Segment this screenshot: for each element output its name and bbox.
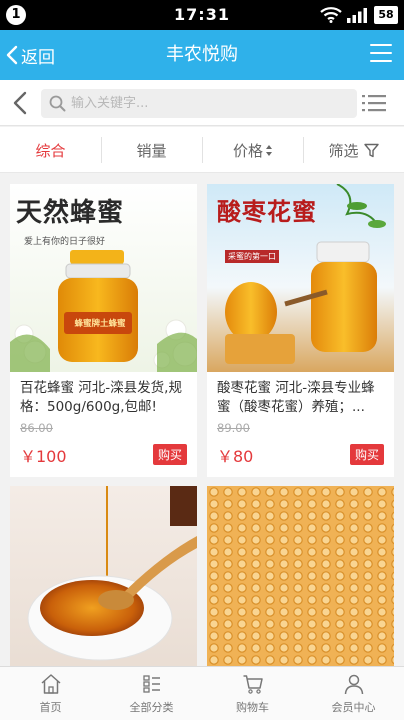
menu-icon[interactable] [370, 44, 392, 64]
product-name: 百花蜂蜜 河北-滦县发货,规格：500g/600g,包邮! [20, 380, 182, 415]
tab-sales[interactable]: 销量 [101, 127, 202, 173]
original-price: 89.00 [217, 421, 250, 435]
image-headline: 天然蜂蜜 [16, 198, 125, 228]
search-box[interactable] [41, 89, 357, 118]
product-price: ￥100 [20, 447, 67, 466]
nav-cart-label: 购物车 [236, 701, 269, 714]
product-name: 酸枣花蜜 河北-滦县专业蜂蜜（酸枣花蜜）养殖；... [217, 380, 375, 415]
tab-filter[interactable]: 筛选 [303, 127, 404, 173]
sort-bar: 综合 销量 价格 筛选 [0, 127, 404, 173]
image-subtext: 采蜜的第一口 [225, 250, 279, 263]
user-icon [344, 674, 363, 695]
nav-categories[interactable]: 全部分类 [101, 667, 202, 720]
status-time: 17:31 [174, 5, 230, 24]
search-bar [0, 80, 404, 126]
back-label: 返回 [21, 47, 55, 68]
back-arrow-icon[interactable] [10, 90, 32, 116]
product-image [207, 486, 394, 666]
product-grid: 天然蜂蜜 爱上有你的日子很好 蜂蜜牌土蜂蜜 百花蜂蜜 河北-滦县发货,规格：50… [0, 174, 404, 666]
sort-arrows-icon [266, 144, 272, 156]
jar-label: 蜂蜜牌土蜂蜜 [74, 319, 126, 329]
product-card[interactable] [207, 486, 394, 666]
product-card[interactable]: 酸枣花蜜 采蜜的第一口 酸枣花蜜 河北-滦县专业蜂蜜（酸枣花蜜）养殖；... 8… [207, 184, 394, 477]
categories-icon [142, 675, 160, 693]
signal-icon [347, 8, 367, 23]
product-card[interactable]: 天然蜂蜜 爱上有你的日子很好 蜂蜜牌土蜂蜜 百花蜂蜜 河北-滦县发货,规格：50… [10, 184, 197, 477]
buy-button[interactable]: 购买 [152, 444, 187, 465]
search-input[interactable] [71, 89, 351, 118]
nav-categories-label: 全部分类 [129, 701, 174, 714]
app-header: 返回 丰农悦购 [0, 30, 404, 80]
tab-price[interactable]: 价格 [202, 127, 303, 173]
list-view-icon[interactable] [362, 93, 386, 113]
nav-cart[interactable]: 购物车 [202, 667, 303, 720]
battery-indicator: 58 [374, 6, 398, 24]
image-subtext: 爱上有你的日子很好 [24, 237, 106, 247]
nav-home-label: 首页 [39, 701, 62, 714]
search-icon [49, 95, 66, 112]
nav-home[interactable]: 首页 [0, 667, 101, 720]
status-bar: 1 17:31 58 [0, 0, 404, 30]
tab-comprehensive[interactable]: 综合 [0, 127, 101, 173]
chevron-left-icon [6, 45, 18, 65]
back-button[interactable]: 返回 [6, 30, 55, 80]
product-image [10, 486, 197, 666]
tab-price-label: 价格 [232, 141, 263, 160]
buy-button[interactable]: 购买 [349, 444, 384, 465]
wifi-icon [320, 7, 342, 23]
image-headline: 酸枣花蜜 [217, 197, 317, 226]
product-price: ￥80 [217, 447, 254, 466]
page-title: 丰农悦购 [166, 44, 238, 65]
bottom-nav: 首页 全部分类 购物车 会员中心 [0, 666, 404, 720]
filter-icon [363, 143, 379, 157]
home-icon [41, 674, 60, 694]
product-image: 天然蜂蜜 爱上有你的日子很好 蜂蜜牌土蜂蜜 [10, 184, 197, 372]
tab-sales-label: 销量 [136, 141, 167, 160]
product-card[interactable] [10, 486, 197, 666]
tab-comprehensive-label: 综合 [35, 141, 66, 160]
cart-icon [243, 675, 263, 694]
nav-member[interactable]: 会员中心 [303, 667, 404, 720]
nav-member-label: 会员中心 [331, 701, 376, 714]
tab-filter-label: 筛选 [328, 141, 359, 160]
original-price: 86.00 [20, 421, 53, 435]
product-image: 酸枣花蜜 采蜜的第一口 [207, 184, 394, 372]
